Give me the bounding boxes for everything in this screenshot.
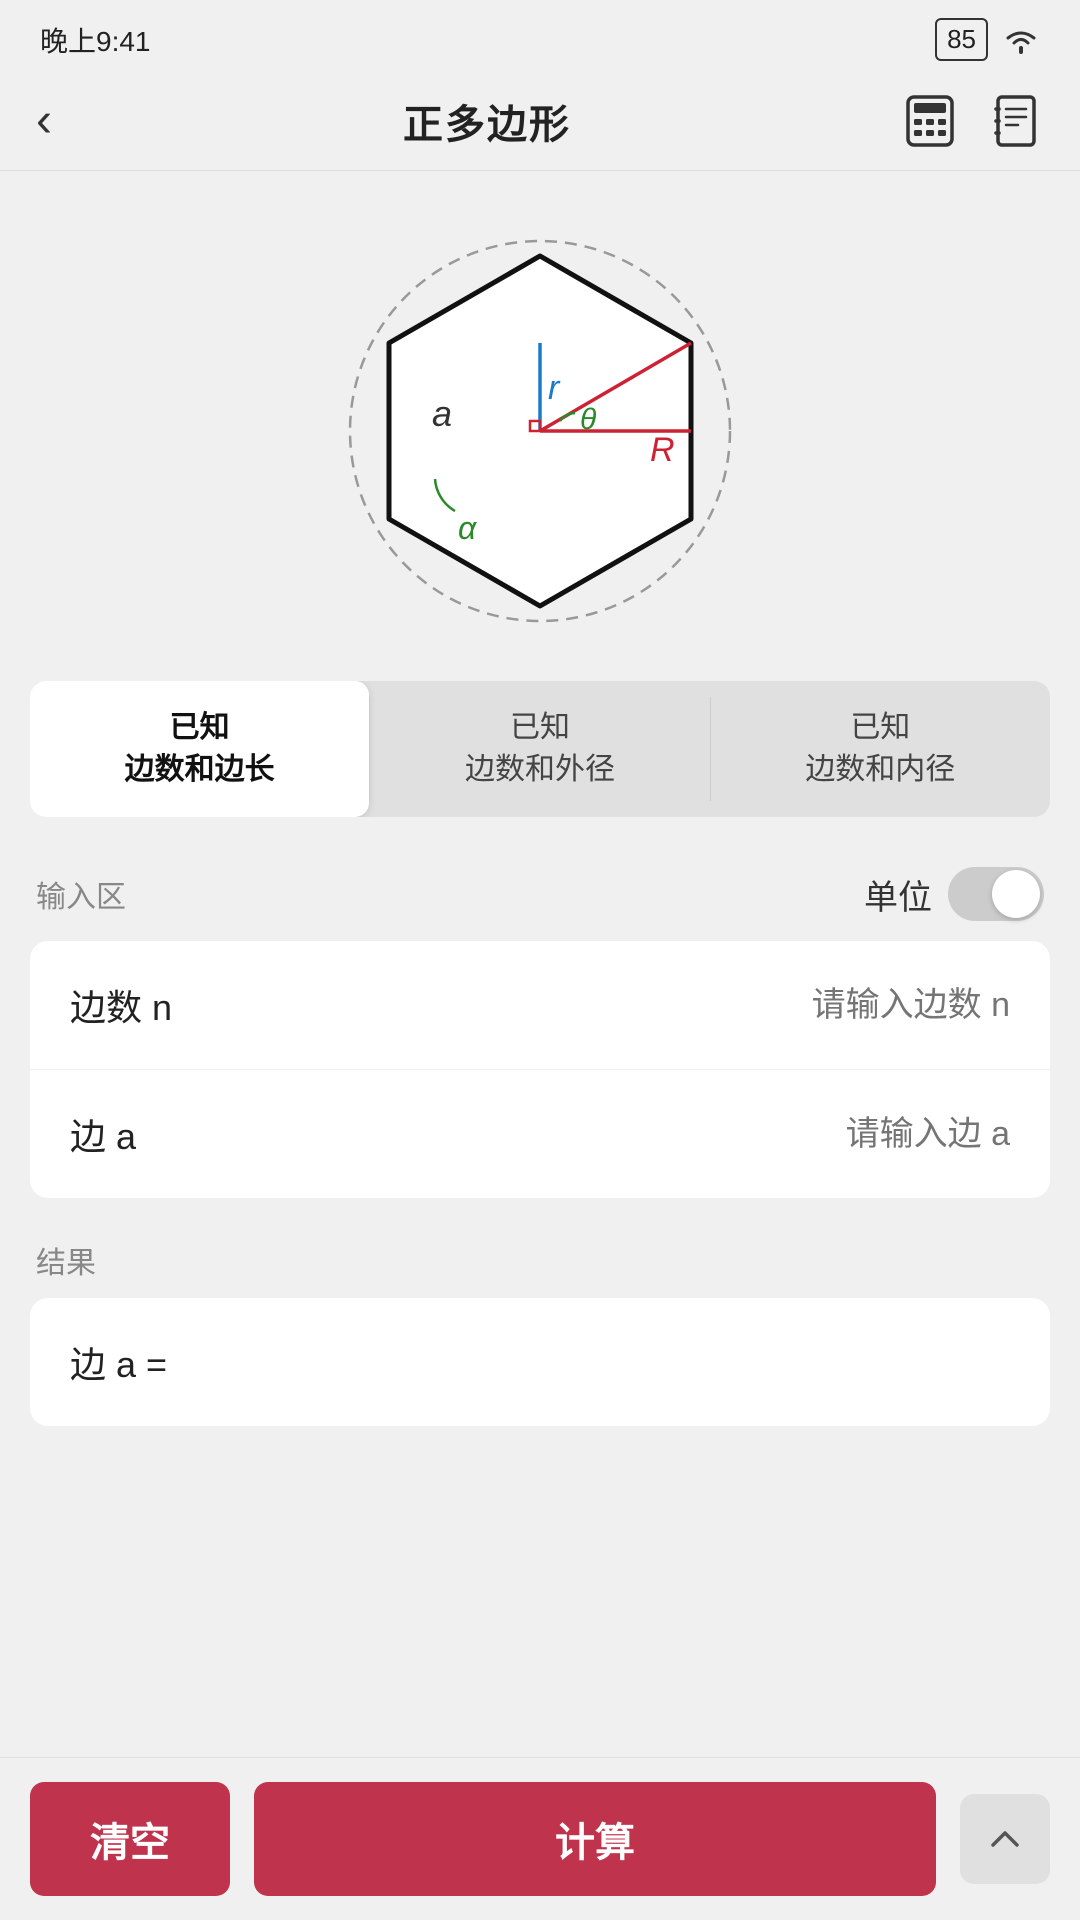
status-bar: 晚上9:41 85	[0, 0, 1080, 71]
calculator-icon[interactable]	[902, 93, 958, 149]
unit-row: 单位	[864, 867, 1044, 921]
input-card: 边数 n 边 a	[30, 941, 1050, 1198]
tab-side-count-length[interactable]: 已知 边数和边长	[30, 681, 369, 817]
sides-input[interactable]	[290, 986, 1010, 1025]
unit-toggle[interactable]	[948, 867, 1044, 921]
result-row-a: 边 a =	[70, 1336, 1010, 1388]
unit-label: 单位	[864, 870, 932, 919]
svg-text:R: R	[650, 431, 675, 469]
calculate-button[interactable]: 计算	[254, 1782, 936, 1896]
svg-text:α: α	[458, 510, 477, 546]
battery-box: 85	[935, 18, 988, 61]
tab-side-count-outer[interactable]: 已知 边数和外径	[370, 681, 709, 817]
scroll-up-button[interactable]	[960, 1794, 1050, 1884]
svg-text:θ: θ	[580, 403, 597, 436]
side-a-label: 边 a	[70, 1108, 290, 1160]
result-a-label: 边 a =	[70, 1336, 167, 1388]
polygon-diagram: a r R θ α	[280, 211, 800, 651]
svg-text:a: a	[432, 393, 452, 434]
tab-side-count-inner[interactable]: 已知 边数和内径	[711, 681, 1050, 817]
diagram-area: a r R θ α	[0, 171, 1080, 681]
back-button[interactable]: ‹	[36, 97, 72, 145]
time-label: 晚上9:41	[40, 20, 151, 60]
status-icons: 85	[935, 18, 1040, 61]
chevron-up-icon	[987, 1821, 1023, 1857]
input-row-sides: 边数 n	[30, 941, 1050, 1070]
sides-label: 边数 n	[70, 979, 290, 1031]
wifi-icon	[1002, 26, 1040, 54]
bottom-bar: 清空 计算	[0, 1757, 1080, 1920]
top-nav: ‹ 正多边形	[0, 71, 1080, 171]
svg-text:r: r	[548, 369, 561, 407]
notebook-icon[interactable]	[988, 93, 1044, 149]
input-row-side-a: 边 a	[30, 1070, 1050, 1198]
page-title: 正多边形	[72, 92, 902, 150]
input-section-header: 输入区 单位	[0, 837, 1080, 941]
input-area-label: 输入区	[36, 872, 126, 916]
tab-section: 已知 边数和边长 已知 边数和外径 已知 边数和内径	[0, 681, 1080, 837]
clear-button[interactable]: 清空	[30, 1782, 230, 1896]
nav-icons-group	[902, 93, 1044, 149]
tabs-container: 已知 边数和边长 已知 边数和外径 已知 边数和内径	[30, 681, 1050, 817]
result-header: 结果	[0, 1218, 1080, 1298]
result-card: 边 a =	[30, 1298, 1050, 1426]
toggle-knob	[992, 870, 1040, 918]
result-section-label: 结果	[36, 1247, 96, 1280]
side-a-input[interactable]	[290, 1115, 1010, 1154]
